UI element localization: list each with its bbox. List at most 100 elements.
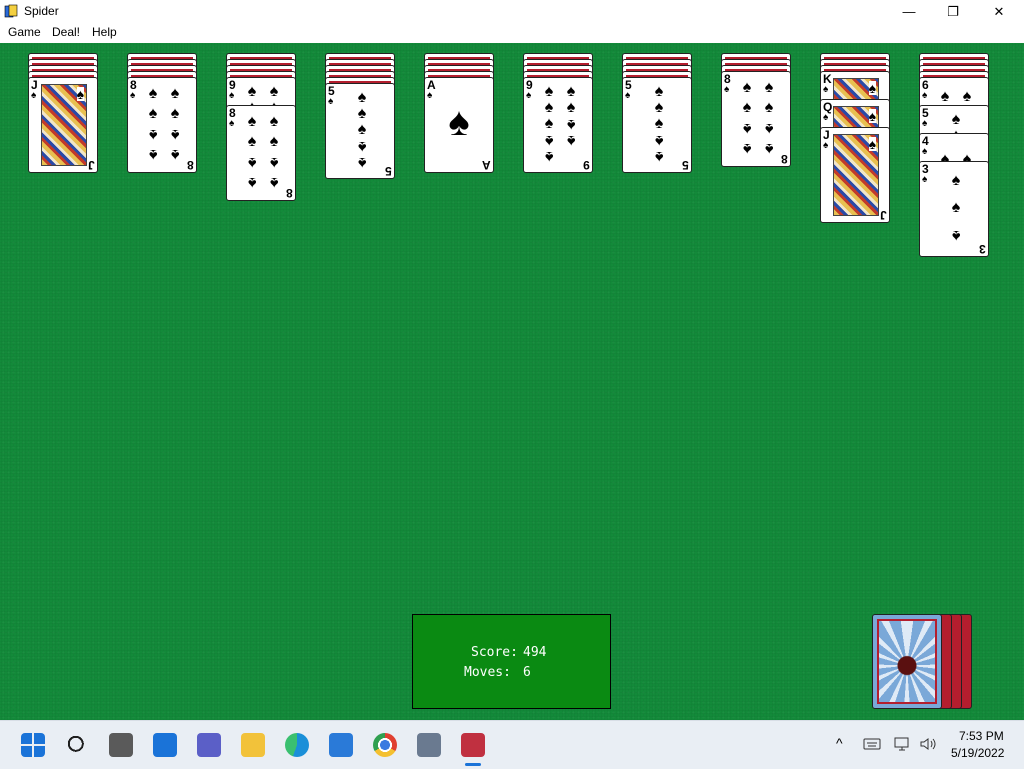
- playing-card[interactable]: J ♠ ♠ J: [28, 77, 98, 173]
- spade-icon: ♠: [170, 146, 180, 163]
- card-rank: 8: [781, 152, 788, 166]
- minimize-button[interactable]: —: [886, 0, 932, 23]
- spider-app-icon: [4, 4, 18, 18]
- spade-icon: ♠: [170, 85, 180, 102]
- spade-icon: ♠: [654, 148, 664, 165]
- minimize-icon: —: [902, 4, 916, 19]
- spade-icon: ♠: [823, 140, 829, 151]
- spade-icon: ♠: [724, 84, 730, 95]
- volume-icon[interactable]: [919, 736, 937, 752]
- spade-icon: ♠: [148, 85, 158, 102]
- widgets-icon[interactable]: [153, 733, 177, 757]
- chat-icon[interactable]: [197, 733, 221, 757]
- spade-icon: ♠: [868, 80, 876, 96]
- game-board[interactable]: J♠♠J8♠♠♠♠♠♠♠♠♠89♠♠♠♠♠♠♠♠♠♠98♠♠♠♠♠♠♠♠♠85♠…: [0, 43, 1024, 720]
- edge-icon[interactable]: [285, 733, 309, 757]
- clock-time[interactable]: 7:53 PM: [959, 729, 1004, 743]
- task-view-icon[interactable]: [109, 733, 133, 757]
- spade-icon: ♠: [328, 96, 334, 107]
- spade-icon: ♠: [269, 154, 279, 171]
- spade-icon: ♠: [148, 126, 158, 143]
- settings-icon[interactable]: [417, 733, 441, 757]
- face-card-art: ♠: [833, 134, 879, 216]
- moves-value: 6: [523, 665, 531, 680]
- spade-icon: ♠: [247, 174, 257, 191]
- clock-date[interactable]: 5/19/2022: [951, 746, 1004, 760]
- playing-card[interactable]: 5♠♠♠♠♠♠5: [325, 83, 395, 179]
- card-pips: ♠♠♠♠♠: [340, 90, 384, 172]
- network-icon[interactable]: [893, 736, 911, 752]
- spade-icon: ♠: [566, 83, 576, 100]
- score-panel[interactable]: Score: 494 Moves: 6: [412, 614, 611, 709]
- spade-icon: ♠: [148, 146, 158, 163]
- playing-card[interactable]: J ♠ ♠ J: [820, 127, 890, 223]
- spade-icon: ♠: [247, 133, 257, 150]
- close-button[interactable]: ✕: [976, 0, 1022, 23]
- restore-icon: ❐: [947, 3, 959, 19]
- playing-card[interactable]: A ♠ ♠ A: [424, 77, 494, 173]
- card-pips: ♠♠♠♠♠♠♠♠♠: [538, 83, 582, 166]
- card-rank: 3: [979, 242, 986, 256]
- spade-icon: ♠: [229, 118, 235, 129]
- card-rank: 5: [682, 158, 689, 172]
- spade-icon: ♠: [229, 90, 235, 101]
- card-rank: 8: [286, 186, 293, 200]
- store-icon[interactable]: [329, 733, 353, 757]
- spade-icon: ♠: [269, 113, 279, 130]
- start-icon[interactable]: [21, 733, 45, 757]
- taskbar: ^ 7:53 PM 5/19/2022: [0, 720, 1024, 769]
- face-card-art: ♠: [41, 84, 87, 166]
- menu-help[interactable]: Help: [92, 25, 117, 39]
- spade-icon: ♠: [544, 148, 554, 165]
- playing-card[interactable]: 8 ♠ ♠ ♠ ♠ ♠ ♠ ♠ ♠ ♠ 8: [226, 105, 296, 201]
- title-bar: Spider — ❐ ✕: [0, 0, 1024, 23]
- spade-icon: ♠: [764, 79, 774, 96]
- keyboard-icon[interactable]: [863, 738, 881, 750]
- spade-icon: ♠: [170, 105, 180, 122]
- spade-icon: ♠: [823, 84, 829, 95]
- card-pips: ♠ ♠ ♠: [934, 168, 978, 248]
- spade-icon: ♠: [742, 120, 752, 137]
- playing-card[interactable]: 3 ♠ ♠ ♠ ♠ 3: [919, 161, 989, 257]
- spade-icon: ♠: [247, 83, 257, 100]
- spade-icon: ♠: [654, 99, 664, 116]
- spade-icon: ♠: [625, 90, 631, 101]
- spider-solitaire-icon[interactable]: [461, 733, 485, 766]
- playing-card[interactable]: 9♠♠♠♠♠♠♠♠♠♠9: [523, 77, 593, 173]
- menu-game[interactable]: Game: [8, 25, 41, 39]
- score-label: Score:: [471, 645, 518, 660]
- playing-card[interactable]: 8 ♠ ♠ ♠ ♠ ♠ ♠ ♠ ♠ ♠ 8: [721, 71, 791, 167]
- spade-icon: ♠: [940, 88, 950, 106]
- tray-overflow-icon[interactable]: ^: [836, 735, 843, 751]
- spade-icon: ♠: [544, 132, 554, 149]
- window-title: Spider: [24, 4, 59, 18]
- spade-icon: ♠: [566, 132, 576, 149]
- playing-card[interactable]: 8 ♠ ♠ ♠ ♠ ♠ ♠ ♠ ♠ ♠ 8: [127, 77, 197, 173]
- spade-icon: ♠: [566, 99, 576, 116]
- chrome-icon[interactable]: [373, 733, 397, 757]
- search-icon[interactable]: [65, 733, 89, 757]
- spade-icon: ♠: [951, 111, 961, 128]
- spade-icon: ♠: [823, 112, 829, 123]
- spider-card-back[interactable]: [872, 614, 942, 709]
- playing-card[interactable]: 5♠♠♠♠♠♠5: [622, 77, 692, 173]
- restore-button[interactable]: ❐: [930, 0, 976, 23]
- spade-icon: ♠: [357, 138, 367, 155]
- spade-icon: ♠: [148, 105, 158, 122]
- menu-deal[interactable]: Deal!: [52, 25, 80, 39]
- spade-icon: ♠: [170, 126, 180, 143]
- card-rank: 9: [583, 158, 590, 172]
- spade-icon: ♠: [764, 140, 774, 157]
- spade-icon: ♠: [247, 154, 257, 171]
- spade-icon: ♠: [654, 115, 664, 132]
- spade-icon: ♠: [951, 172, 961, 190]
- spade-icon: ♠: [269, 133, 279, 150]
- file-explorer-icon[interactable]: [241, 733, 265, 757]
- spade-icon: ♠: [922, 90, 928, 101]
- card-rank: J: [88, 158, 95, 172]
- spade-icon: ♠: [544, 99, 554, 116]
- spade-icon: ♠: [566, 116, 576, 133]
- spade-icon: ♠: [742, 99, 752, 116]
- spade-icon: ♠: [764, 99, 774, 116]
- spade-icon: ♠: [357, 121, 367, 138]
